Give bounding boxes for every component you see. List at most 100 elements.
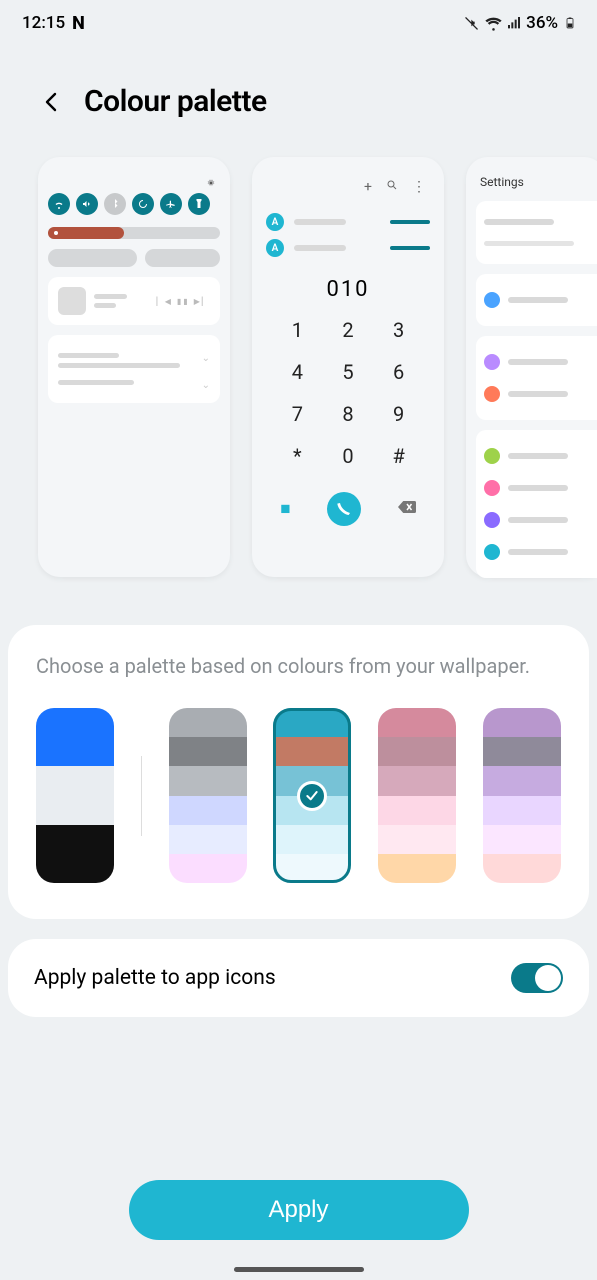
key: 1 <box>272 318 323 342</box>
palette-swatch <box>169 825 247 854</box>
chevron-down-icon: ⌄ <box>202 380 210 391</box>
gear-icon <box>206 173 216 183</box>
preview-quick-panel[interactable]: ▏◀ ▮▮ ▶▏ ⌄ ⌄ <box>38 157 230 577</box>
more-icon: ⋮ <box>412 179 426 195</box>
palette-swatch <box>378 796 456 825</box>
palette-swatch <box>273 737 351 766</box>
airplane-toggle-icon <box>160 193 182 215</box>
key: 4 <box>272 360 323 384</box>
palette-swatch <box>483 766 561 795</box>
apply-button[interactable]: Apply <box>129 1180 469 1240</box>
palette-option-4[interactable] <box>483 708 561 883</box>
preview-settings[interactable]: Settings <box>466 157 597 577</box>
palette-swatch <box>483 854 561 883</box>
phone-top-actions: + ⋮ <box>262 173 434 209</box>
search-icon <box>386 179 398 195</box>
video-icon: ■ <box>280 499 290 519</box>
palette-divider <box>141 756 142 836</box>
backspace-icon <box>398 501 416 517</box>
battery-text: 36% <box>526 13 558 33</box>
chevron-down-icon: ⌄ <box>202 353 210 364</box>
palette-swatch <box>36 825 114 854</box>
palette-list <box>36 708 561 883</box>
theme-previews[interactable]: ▏◀ ▮▮ ▶▏ ⌄ ⌄ + ⋮ A A 010 1 2 3 4 5 6 <box>0 139 597 597</box>
key: 8 <box>323 402 374 426</box>
key: 2 <box>323 318 374 342</box>
palette-swatch <box>169 854 247 883</box>
palette-swatch <box>36 854 114 883</box>
palette-swatch <box>169 737 247 766</box>
wifi-icon <box>484 14 502 32</box>
notif-icon <box>484 386 500 402</box>
key: 3 <box>373 318 424 342</box>
status-left: 12:15 N <box>22 13 85 34</box>
flashlight-toggle-icon <box>188 193 210 215</box>
settings-title: Settings <box>476 171 597 201</box>
media-card: ▏◀ ▮▮ ▶▏ <box>48 277 220 325</box>
rotate-toggle-icon <box>132 193 154 215</box>
key: 9 <box>373 402 424 426</box>
preview-phone[interactable]: + ⋮ A A 010 1 2 3 4 5 6 7 8 9 * 0 # ■ <box>252 157 444 577</box>
notif-list: ⌄ ⌄ <box>48 335 220 403</box>
page-title: Colour palette <box>84 84 267 119</box>
palette-swatch <box>378 766 456 795</box>
avatar: A <box>266 239 284 257</box>
status-time: 12:15 <box>22 13 65 33</box>
apply-icons-toggle[interactable] <box>511 963 563 993</box>
page-header: Colour palette <box>0 40 597 139</box>
palette-swatch <box>36 708 114 737</box>
palette-swatch <box>483 796 561 825</box>
media-thumb <box>58 287 86 315</box>
sound-toggle-icon <box>76 193 98 215</box>
palette-swatch <box>169 796 247 825</box>
key: 5 <box>323 360 374 384</box>
status-right: 36% <box>463 13 579 33</box>
key: 0 <box>323 444 374 468</box>
palette-swatch <box>273 708 351 737</box>
palette-swatch <box>273 854 351 883</box>
keypad: 1 2 3 4 5 6 7 8 9 * 0 # <box>262 312 434 478</box>
palette-option-0[interactable] <box>36 708 114 883</box>
key: 6 <box>373 360 424 384</box>
apply-icons-label: Apply palette to app icons <box>34 966 276 990</box>
palette-swatch <box>169 708 247 737</box>
palette-swatch <box>378 708 456 737</box>
palette-swatch <box>36 796 114 825</box>
apply-icons-row: Apply palette to app icons <box>8 939 589 1017</box>
mute-icon <box>463 14 481 32</box>
palette-swatch <box>378 854 456 883</box>
palette-swatch <box>273 825 351 854</box>
palette-option-3[interactable] <box>378 708 456 883</box>
home-icon <box>484 544 500 560</box>
palette-swatch <box>483 825 561 854</box>
palette-swatch <box>483 737 561 766</box>
brightness-slider <box>48 227 220 239</box>
gesture-bar[interactable] <box>234 1267 364 1272</box>
bluetooth-toggle-icon <box>104 193 126 215</box>
palette-swatch <box>483 708 561 737</box>
wifi-toggle-icon <box>48 193 70 215</box>
phone-actions: ■ <box>262 478 434 526</box>
palette-option-1[interactable] <box>169 708 247 883</box>
sounds-icon <box>484 354 500 370</box>
avatar: A <box>266 213 284 231</box>
apply-button-label: Apply <box>268 1196 328 1224</box>
media-controls-icon: ▏◀ ▮▮ ▶▏ <box>157 297 210 306</box>
app-indicator-icon: N <box>72 13 85 34</box>
themes-icon <box>484 512 500 528</box>
palette-swatch <box>36 766 114 795</box>
display-icon <box>484 448 500 464</box>
palette-swatch <box>169 766 247 795</box>
connections-icon <box>484 292 500 308</box>
signal-icon <box>505 14 523 32</box>
quick-toggles <box>48 189 220 223</box>
back-icon[interactable] <box>40 90 64 114</box>
key: 7 <box>272 402 323 426</box>
contact-row: A <box>262 235 434 261</box>
contact-row: A <box>262 209 434 235</box>
battery-icon <box>561 14 579 32</box>
palette-description: Choose a palette based on colours from y… <box>36 653 561 680</box>
dialed-number: 010 <box>262 261 434 312</box>
palette-option-2[interactable] <box>273 708 351 883</box>
plus-icon: + <box>364 179 372 195</box>
